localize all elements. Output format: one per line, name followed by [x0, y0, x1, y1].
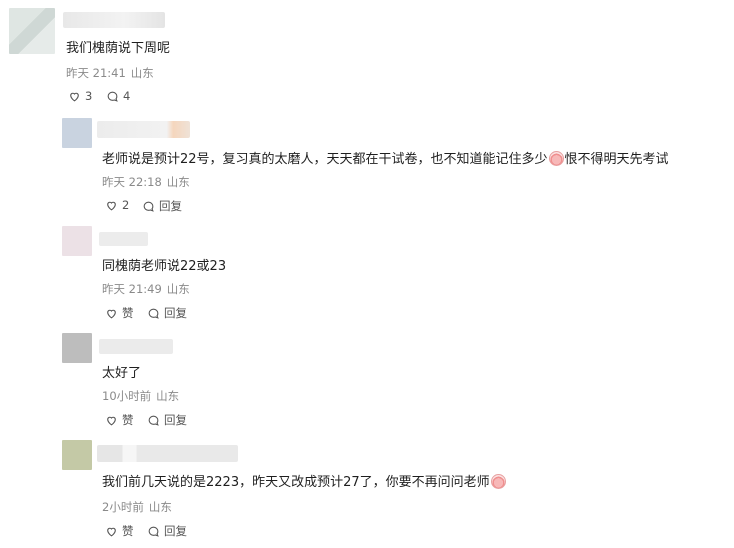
like-label: 赞	[122, 413, 134, 427]
reply-button[interactable]: 回复	[147, 305, 187, 321]
reply-button[interactable]: 回复	[142, 198, 182, 214]
comment-text: 我们前几天说的是2223，昨天又改成预计27了，你要不再问问老师	[102, 471, 507, 490]
reply-label: 回复	[164, 306, 187, 320]
like-button[interactable]: 2	[105, 198, 129, 212]
username-redacted[interactable]	[97, 445, 238, 462]
username-redacted[interactable]	[97, 121, 190, 138]
speech-bubble-icon	[148, 308, 159, 319]
username-redacted[interactable]	[99, 232, 148, 246]
like-button[interactable]: 赞	[105, 523, 134, 539]
comment-meta: 2小时前 山东	[102, 499, 172, 515]
reply-button[interactable]: 回复	[147, 523, 187, 539]
reply-label: 回复	[159, 199, 182, 213]
crying-face-emoji	[490, 474, 506, 489]
comment-location: 山东	[166, 175, 190, 189]
comment-meta: 昨天 22:18 山东	[102, 174, 190, 190]
reply-count: 4	[123, 89, 131, 103]
avatar[interactable]	[62, 118, 92, 148]
comment-time: 2小时前	[102, 500, 144, 514]
username-redacted[interactable]	[63, 12, 165, 28]
comment-text: 同槐荫老师说22或23	[102, 259, 227, 274]
reply-label: 回复	[164, 524, 187, 538]
reply-button[interactable]: 4	[106, 89, 130, 103]
reply-button[interactable]: 回复	[147, 412, 187, 428]
like-count: 2	[122, 198, 130, 212]
avatar[interactable]	[62, 333, 92, 363]
heart-outline-icon	[107, 201, 116, 210]
comment-text: 太好了	[102, 366, 142, 381]
comment-meta: 昨天 21:49 山东	[102, 281, 190, 297]
heart-outline-icon	[70, 92, 79, 101]
heart-outline-icon	[107, 416, 116, 425]
comment-meta: 10小时前 山东	[102, 388, 179, 404]
like-label: 赞	[122, 306, 134, 320]
like-button[interactable]: 3	[68, 89, 92, 103]
comment-meta: 昨天 21:41 山东	[66, 65, 154, 81]
comment-time: 昨天 21:41	[66, 66, 126, 80]
avatar[interactable]	[62, 440, 92, 470]
comment-location: 山东	[156, 389, 180, 403]
reply-label: 回复	[164, 413, 187, 427]
comment-location: 山东	[166, 282, 190, 296]
comment-text: 我们槐荫说下周呢	[66, 41, 171, 56]
avatar[interactable]	[62, 226, 92, 256]
like-count: 3	[85, 89, 93, 103]
comment-time: 昨天 22:18	[102, 175, 162, 189]
speech-bubble-icon	[107, 91, 118, 102]
comment-location: 山东	[130, 66, 154, 80]
heart-outline-icon	[107, 527, 116, 536]
comment-time: 10小时前	[102, 389, 152, 403]
like-button[interactable]: 赞	[105, 412, 134, 428]
like-button[interactable]: 赞	[105, 305, 134, 321]
crying-face-emoji	[548, 151, 564, 166]
speech-bubble-icon	[148, 526, 159, 537]
speech-bubble-icon	[143, 201, 154, 212]
comment-location: 山东	[148, 500, 172, 514]
like-label: 赞	[122, 524, 134, 538]
comment-text: 老师说是预计22号，复习真的太磨人，天天都在干试卷，也不知道能记住多少 恨不得明天…	[102, 151, 669, 167]
username-redacted[interactable]	[99, 339, 173, 354]
heart-outline-icon	[107, 309, 116, 318]
comment-time: 昨天 21:49	[102, 282, 162, 296]
speech-bubble-icon	[148, 415, 159, 426]
avatar[interactable]	[9, 8, 55, 54]
